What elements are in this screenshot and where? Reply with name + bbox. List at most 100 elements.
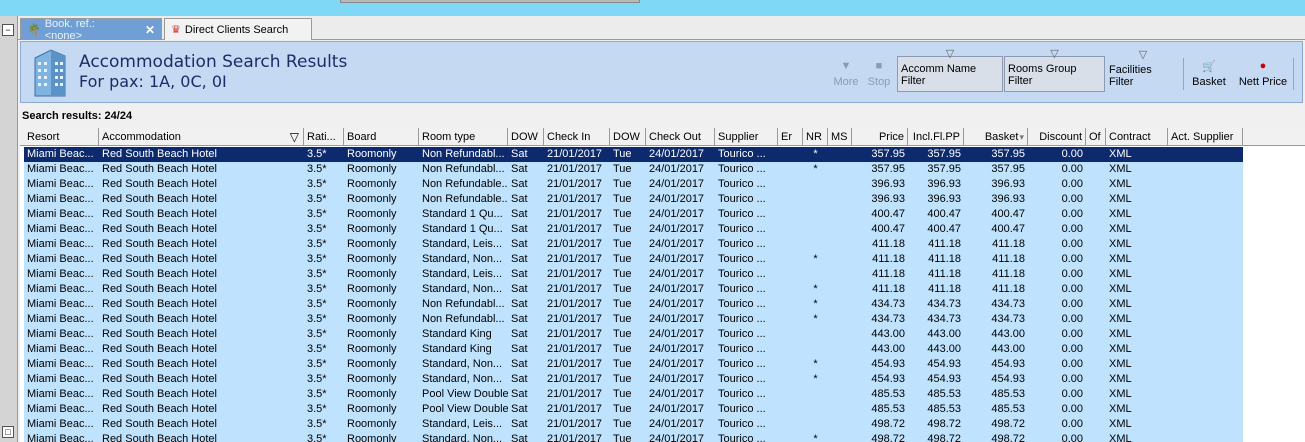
table-row[interactable]: Miami Beac... Red South Beach Hotel 3.5* Ro… <box>24 237 1243 252</box>
cell-of <box>1086 267 1106 282</box>
tab-direct-clients-search[interactable]: ♛ Direct Clients Search <box>164 18 312 40</box>
cell-resort: Miami Beac... <box>27 373 94 385</box>
cell-rating: 3.5* <box>307 193 327 205</box>
column-header-nr[interactable]: NR <box>803 128 828 146</box>
cell-supplier: Tourico ... <box>718 313 766 325</box>
cell-er <box>778 387 803 402</box>
column-header-ms[interactable]: MS <box>828 128 852 146</box>
column-header-incl-fl-pp[interactable]: Incl.Fl.PP <box>908 128 964 146</box>
table-row[interactable]: Miami Beac... Red South Beach Hotel 3.5* Ro… <box>24 432 1243 442</box>
column-header-basket[interactable]: Basket▾ <box>964 128 1028 146</box>
cell-er <box>778 282 803 297</box>
facilities-filter-button[interactable]: ▽ Facilities Filter <box>1106 49 1180 92</box>
cell-price: 357.95 <box>871 163 905 175</box>
cell-board: Roomonly <box>347 283 397 295</box>
cell-incl-fl-pp: 411.18 <box>928 253 961 265</box>
column-filter-icon[interactable]: ▽ <box>290 128 299 146</box>
column-header-er[interactable]: Er <box>778 128 803 146</box>
more-button[interactable]: ▼ More <box>829 56 863 92</box>
table-row[interactable]: Miami Beac... Red South Beach Hotel 3.5* Ro… <box>24 327 1243 342</box>
column-header-of[interactable]: Of <box>1086 128 1106 146</box>
cell-er <box>778 162 803 177</box>
table-row[interactable]: Miami Beac... Red South Beach Hotel 3.5* Ro… <box>24 387 1243 402</box>
cell-basket: 400.47 <box>991 208 1025 220</box>
cell-check-out: 24/01/2017 <box>649 163 705 175</box>
column-header-rating[interactable]: Rati... <box>304 128 344 146</box>
cell-er <box>778 312 803 327</box>
close-icon[interactable]: ✕ <box>145 23 155 37</box>
cell-check-in: 21/01/2017 <box>547 208 603 220</box>
cell-act-supplier <box>1168 327 1243 342</box>
stop-button[interactable]: ■ Stop <box>863 56 895 92</box>
column-header-price[interactable]: Price <box>852 128 908 146</box>
column-header-dow-out[interactable]: DOW <box>610 128 646 146</box>
column-header-discount[interactable]: Discount <box>1028 128 1086 146</box>
column-header-room-type[interactable]: Room type <box>419 128 508 146</box>
cell-accommodation: Red South Beach Hotel <box>102 343 217 355</box>
accomm-name-filter-button[interactable]: ▽ Accomm Name Filter <box>897 48 1003 92</box>
cell-contract: XML <box>1109 418 1132 430</box>
rooms-group-filter-button[interactable]: ▽ Rooms Group Filter <box>1004 48 1105 92</box>
table-row[interactable]: Miami Beac... Red South Beach Hotel 3.5* Ro… <box>24 402 1243 417</box>
nett-price-button[interactable]: ● Nett Price <box>1235 56 1291 92</box>
cell-room-type: Standard, Leis... <box>422 418 503 430</box>
cell-nr <box>803 342 828 357</box>
cell-dow-out: Tue <box>613 193 632 205</box>
cell-er <box>778 297 803 312</box>
cell-act-supplier <box>1168 222 1243 237</box>
table-row[interactable]: Miami Beac... Red South Beach Hotel 3.5* Ro… <box>24 147 1243 162</box>
cell-dow-in: Sat <box>511 268 528 280</box>
cell-check-out: 24/01/2017 <box>649 178 705 190</box>
cell-supplier: Tourico ... <box>718 208 766 220</box>
cell-rating: 3.5* <box>307 328 327 340</box>
cell-accommodation: Red South Beach Hotel <box>102 148 217 160</box>
cell-nr <box>803 237 828 252</box>
cell-accommodation: Red South Beach Hotel <box>102 358 217 370</box>
cell-discount: 0.00 <box>1061 268 1083 280</box>
column-header-accommodation[interactable]: Accommodation ▽ <box>99 128 304 146</box>
cell-room-type: Non Refundabl... <box>422 148 505 160</box>
cell-ms <box>828 357 852 372</box>
column-header-act-supplier[interactable]: Act. Supplier <box>1168 128 1243 146</box>
cell-board: Roomonly <box>347 223 397 235</box>
restore-view-icon[interactable]: □ <box>2 426 14 438</box>
tab-booking-ref[interactable]: 🌴 Book. ref.: <none> ✕ <box>20 18 162 42</box>
table-row[interactable]: Miami Beac... Red South Beach Hotel 3.5* Ro… <box>24 297 1243 312</box>
minimize-view-icon[interactable]: − <box>2 24 14 36</box>
table-row[interactable]: Miami Beac... Red South Beach Hotel 3.5* Ro… <box>24 192 1243 207</box>
table-row[interactable]: Miami Beac... Red South Beach Hotel 3.5* Ro… <box>24 162 1243 177</box>
results-table[interactable]: Resort Accommodation ▽ Rati... Board Room typ… <box>20 128 1305 442</box>
basket-button[interactable]: 🛒 Basket <box>1189 56 1229 92</box>
column-header-check-in[interactable]: Check In <box>544 128 610 146</box>
column-header-board[interactable]: Board <box>344 128 419 146</box>
table-row[interactable]: Miami Beac... Red South Beach Hotel 3.5* Ro… <box>24 177 1243 192</box>
table-row[interactable]: Miami Beac... Red South Beach Hotel 3.5* Ro… <box>24 357 1243 372</box>
table-row[interactable]: Miami Beac... Red South Beach Hotel 3.5* Ro… <box>24 417 1243 432</box>
table-row[interactable]: Miami Beac... Red South Beach Hotel 3.5* Ro… <box>24 342 1243 357</box>
stop-icon: ■ <box>875 60 883 72</box>
cell-accommodation: Red South Beach Hotel <box>102 388 217 400</box>
cell-price: 411.18 <box>872 238 905 250</box>
column-header-resort[interactable]: Resort <box>24 128 99 146</box>
table-row[interactable]: Miami Beac... Red South Beach Hotel 3.5* Ro… <box>24 267 1243 282</box>
table-row[interactable]: Miami Beac... Red South Beach Hotel 3.5* Ro… <box>24 207 1243 222</box>
cell-discount: 0.00 <box>1061 328 1083 340</box>
column-header-dow-in[interactable]: DOW <box>508 128 544 146</box>
table-row[interactable]: Miami Beac... Red South Beach Hotel 3.5* Ro… <box>24 252 1243 267</box>
cell-dow-in: Sat <box>511 313 528 325</box>
cell-incl-fl-pp: 443.00 <box>927 343 961 355</box>
cell-act-supplier <box>1168 147 1243 162</box>
cell-check-in: 21/01/2017 <box>547 163 603 175</box>
column-header-supplier[interactable]: Supplier <box>715 128 778 146</box>
cell-check-in: 21/01/2017 <box>547 193 603 205</box>
table-row[interactable]: Miami Beac... Red South Beach Hotel 3.5* Ro… <box>24 312 1243 327</box>
table-row[interactable]: Miami Beac... Red South Beach Hotel 3.5* Ro… <box>24 372 1243 387</box>
cell-ms <box>828 267 852 282</box>
column-header-contract[interactable]: Contract <box>1106 128 1168 146</box>
table-row[interactable]: Miami Beac... Red South Beach Hotel 3.5* Ro… <box>24 282 1243 297</box>
table-row[interactable]: Miami Beac... Red South Beach Hotel 3.5* Ro… <box>24 222 1243 237</box>
cell-resort: Miami Beac... <box>27 433 94 442</box>
cell-board: Roomonly <box>347 373 397 385</box>
column-header-check-out[interactable]: Check Out <box>646 128 715 146</box>
cell-check-in: 21/01/2017 <box>547 328 603 340</box>
